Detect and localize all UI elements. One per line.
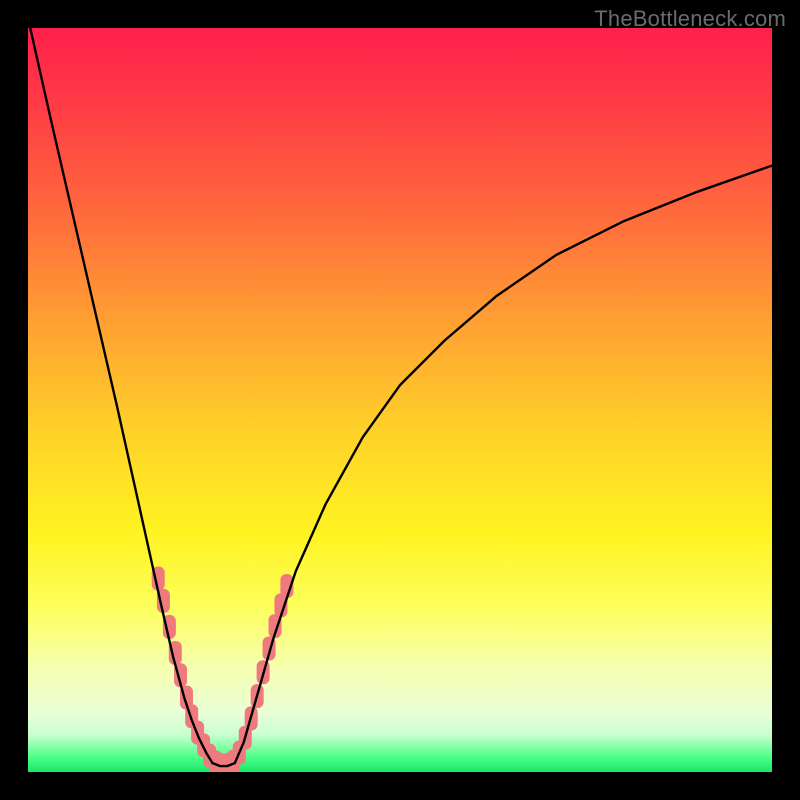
plot-area bbox=[28, 28, 772, 772]
curve-left bbox=[30, 28, 212, 763]
marker-layer bbox=[152, 567, 294, 772]
curve-right bbox=[235, 166, 772, 763]
chart-frame: TheBottleneck.com bbox=[0, 0, 800, 800]
chart-svg bbox=[28, 28, 772, 772]
